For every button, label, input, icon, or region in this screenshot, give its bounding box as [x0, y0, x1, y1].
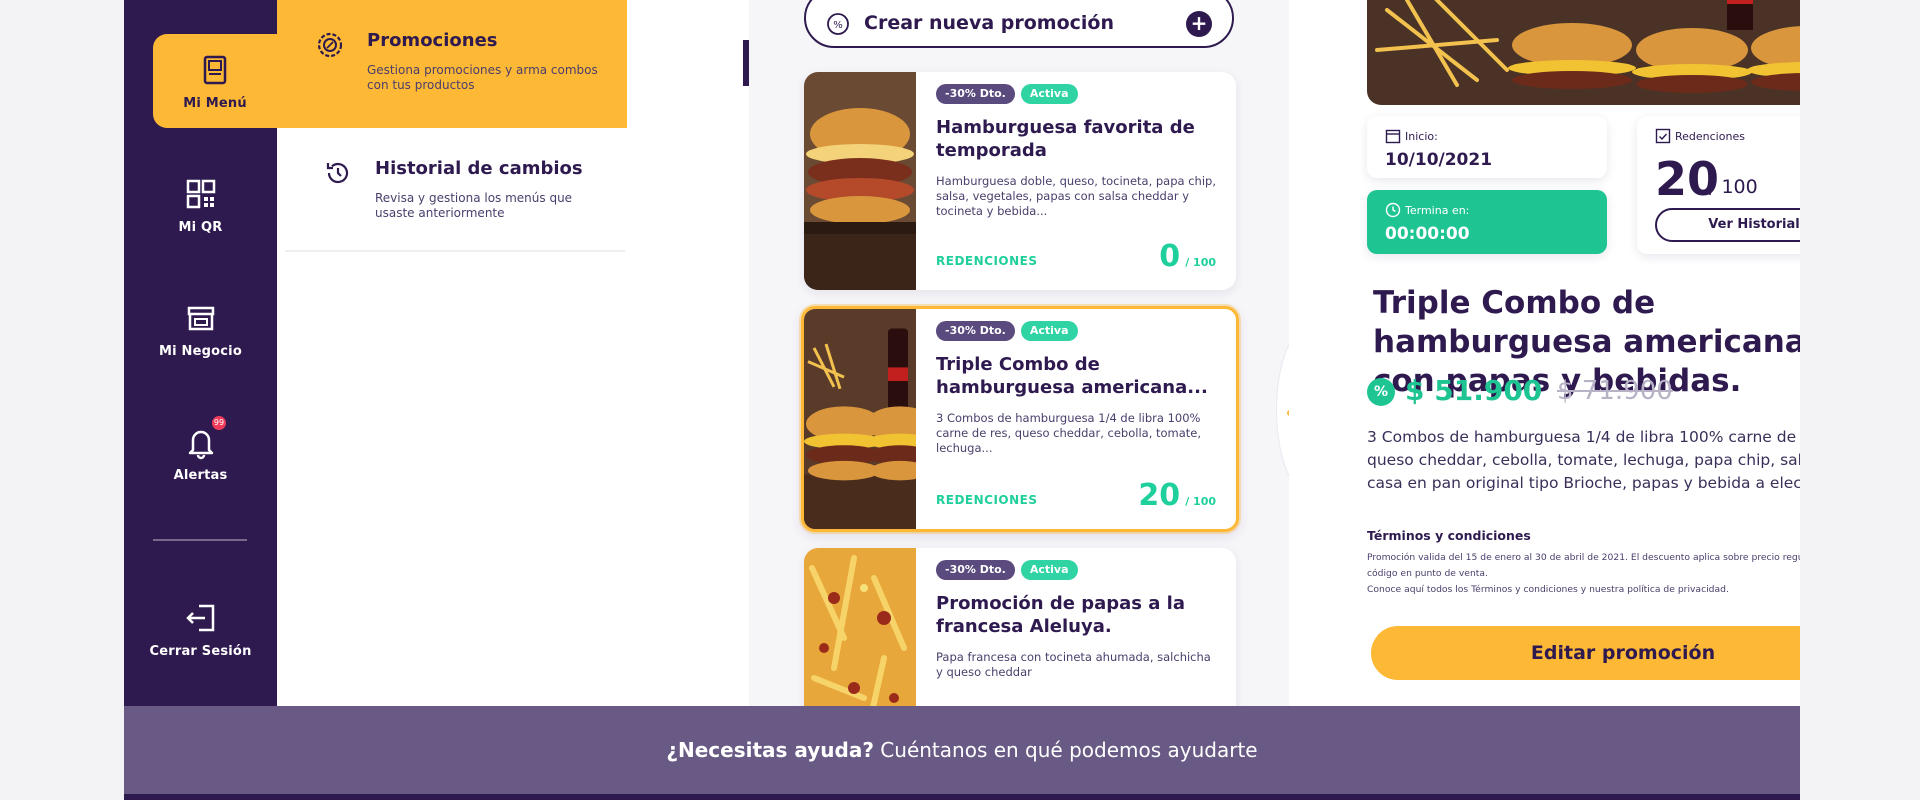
redemptions-card-total: / 100: [1709, 176, 1758, 198]
main-nav: Mi Menú Mi QR Mi Negocio 99 Alertas Cerr…: [124, 0, 277, 706]
create-promotion-label: Crear nueva promoción: [864, 12, 1114, 34]
redemptions-label: REDENCIONES: [936, 493, 1038, 507]
notification-badge: 99: [210, 414, 228, 432]
promo-card-body: -30% Dto. Activa Triple Combo de hamburgu…: [936, 319, 1221, 456]
promo-tag-icon: %: [827, 13, 849, 35]
nav-item-mi-menu[interactable]: Mi Menú: [153, 34, 277, 128]
plus-icon: +: [1186, 11, 1212, 37]
promo-gear-icon: [317, 32, 343, 58]
redemptions-count: 20: [1138, 478, 1181, 513]
check-box-icon: [1655, 128, 1671, 144]
promo-title: Promoción de papas a la francesa Aleluya…: [936, 593, 1185, 637]
nav-label: Alertas: [173, 468, 228, 483]
help-bottom-strip: [124, 794, 1800, 800]
submenu-title: Historial de cambios: [375, 158, 583, 179]
view-history-button[interactable]: Ver Historial: [1655, 208, 1800, 242]
discount-badge: -30% Dto.: [936, 84, 1015, 104]
terms-text: Promoción valida del 15 de enero al 30 d…: [1367, 550, 1800, 598]
promo-desc: Papa francesa con tocineta ahumada, salc…: [936, 650, 1211, 679]
promo-card-body: -30% Dto. Activa Hamburguesa favorita de …: [936, 82, 1221, 219]
nav-label: Mi Negocio: [159, 344, 242, 359]
nav-item-logout[interactable]: Cerrar Sesión: [124, 600, 277, 659]
promo-card[interactable]: -30% Dto. Activa Hamburguesa favorita de …: [804, 72, 1236, 290]
promotions-list: % Crear nueva promoción + -30% Dto. Activ…: [749, 0, 1289, 766]
nav-item-mi-qr[interactable]: Mi QR: [124, 176, 277, 235]
end-timer-card: Termina en: 00:00:00: [1367, 190, 1607, 254]
create-promotion-button[interactable]: % Crear nueva promoción +: [804, 0, 1234, 48]
terms-line: Promoción valida del 15 de enero al 30 d…: [1367, 552, 1800, 579]
submenu-item-historial[interactable]: Historial de cambios Revisa y gestiona l…: [285, 128, 625, 252]
promo-desc: 3 Combos de hamburguesa 1/4 de libra 100…: [936, 411, 1202, 455]
redemptions-value: 0 / 100: [1159, 239, 1216, 274]
original-price: $ 71.900: [1557, 376, 1673, 406]
start-date-card: Inicio: 10/10/2021: [1367, 116, 1607, 178]
calendar-icon: [1385, 129, 1401, 144]
discount-icon: %: [1367, 378, 1395, 406]
submenu-desc: Revisa y gestiona los menús que usaste a…: [375, 191, 573, 220]
menu-book-icon: [203, 55, 227, 85]
promotion-hero-image: [1367, 0, 1800, 105]
redemptions-card: Redenciones 20 / 100 Ver Historial: [1637, 116, 1800, 254]
help-bold: ¿Necesitas ayuda?: [666, 738, 874, 762]
redemptions-card-label: Redenciones: [1675, 130, 1745, 143]
redemptions-count: 0: [1159, 239, 1181, 274]
qr-code-icon: [186, 179, 215, 209]
status-badge: Activa: [1020, 84, 1078, 104]
nav-label: Cerrar Sesión: [149, 644, 252, 659]
end-timer-value: 00:00:00: [1385, 224, 1470, 244]
nav-label: Mi QR: [178, 220, 223, 235]
discount-badge: -30% Dto.: [936, 560, 1015, 580]
promotion-description: 3 Combos de hamburguesa 1/4 de libra 100…: [1367, 428, 1800, 492]
terms-link-line[interactable]: Conoce aquí todos los Términos y condici…: [1367, 582, 1800, 598]
status-badge: Activa: [1020, 321, 1078, 341]
promo-title: Triple Combo de hamburguesa americana...: [936, 354, 1208, 398]
terms-heading: Términos y condiciones: [1367, 528, 1531, 543]
start-date-value: 10/10/2021: [1385, 150, 1493, 170]
nav-item-mi-negocio[interactable]: Mi Negocio: [124, 300, 277, 359]
edit-promotion-button[interactable]: Editar promoción: [1371, 626, 1800, 680]
history-icon: [326, 162, 349, 184]
nav-item-alertas[interactable]: 99 Alertas: [124, 414, 277, 483]
help-text: ¿Necesitas ayuda? Cuéntanos en qué podem…: [124, 738, 1800, 762]
svg-text:%: %: [833, 20, 843, 31]
redemptions-total: / 100: [1185, 256, 1216, 269]
promo-card-body: -30% Dto. Activa Promoción de papas a la …: [936, 558, 1221, 680]
triple-combo-image: [804, 309, 916, 529]
clock-icon: [1385, 202, 1401, 218]
nav-divider: [153, 539, 247, 541]
help-bar[interactable]: ¿Necesitas ayuda? Cuéntanos en qué podem…: [124, 706, 1800, 800]
promo-price: $ 51.900: [1405, 374, 1543, 407]
redemptions-value: 20 / 100: [1138, 478, 1216, 513]
submenu-panel: Promociones Gestiona promociones y arma …: [277, 0, 749, 706]
end-timer-label: Termina en:: [1405, 204, 1470, 217]
submenu-desc: Gestiona promociones y arma combos con t…: [367, 63, 598, 92]
start-date-label: Inicio:: [1405, 130, 1438, 143]
submenu-item-promociones[interactable]: Promociones Gestiona promociones y arma …: [277, 0, 627, 128]
store-icon: [187, 306, 214, 331]
burger-image: [804, 72, 916, 290]
promo-title: Hamburguesa favorita de temporada: [936, 117, 1195, 161]
promo-desc: Hamburguesa doble, queso, tocineta, papa…: [936, 174, 1216, 218]
redemptions-label: REDENCIONES: [936, 254, 1038, 268]
app-frame: Mi Menú Mi QR Mi Negocio 99 Alertas Cerr…: [124, 0, 1800, 800]
discount-badge: -30% Dto.: [936, 321, 1015, 341]
help-message: Cuéntanos en qué podemos ayudarte: [873, 738, 1258, 762]
logout-icon: [185, 604, 214, 632]
promotion-detail: Inicio: 10/10/2021 Termina en: 00:00:00 …: [1289, 0, 1800, 706]
submenu-title: Promociones: [367, 30, 498, 51]
nav-label: Mi Menú: [183, 96, 247, 111]
status-badge: Activa: [1020, 560, 1078, 580]
promo-card-selected[interactable]: -30% Dto. Activa Triple Combo de hamburgu…: [801, 306, 1239, 532]
redemptions-total: / 100: [1185, 495, 1216, 508]
